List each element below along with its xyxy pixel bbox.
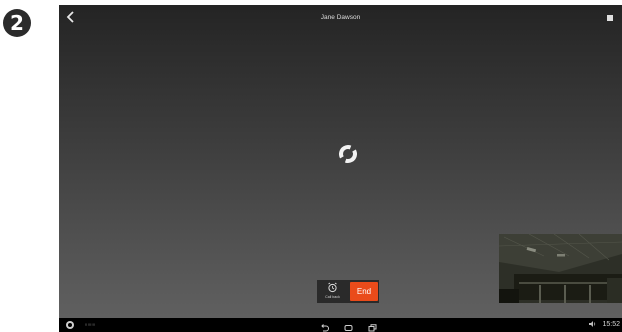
call-back-button[interactable]: Call back — [317, 280, 348, 303]
back-icon — [321, 324, 329, 332]
notification-text: !!!!!!!! — [85, 322, 96, 327]
loading-spinner-icon — [339, 145, 357, 163]
recent-apps-icon — [368, 324, 377, 332]
nav-home-button[interactable] — [343, 320, 354, 331]
end-call-button[interactable]: End — [350, 282, 378, 301]
status-area: 15:52 — [589, 320, 620, 330]
system-navigation-bar: !!!!!!!! 15:52 — [59, 318, 622, 332]
call-back-label: Call back — [325, 295, 340, 299]
step-number-badge: 2 — [3, 9, 31, 37]
nav-back-button[interactable] — [319, 320, 330, 332]
menu-button[interactable] — [607, 15, 613, 21]
volume-icon — [589, 321, 596, 328]
clock-time: 15:52 — [602, 321, 620, 328]
video-call-screen: Jane Dawson Call back End !!!!!!!! 15:52 — [59, 5, 622, 332]
camera-feed-image — [499, 234, 622, 303]
caller-name: Jane Dawson — [320, 14, 361, 21]
nav-recents-button[interactable] — [367, 320, 378, 332]
home-icon — [344, 325, 353, 331]
self-camera-preview — [499, 234, 622, 303]
call-controls: Call back End — [317, 280, 379, 303]
app-status-icon — [66, 321, 74, 329]
alarm-clock-icon — [328, 282, 337, 293]
